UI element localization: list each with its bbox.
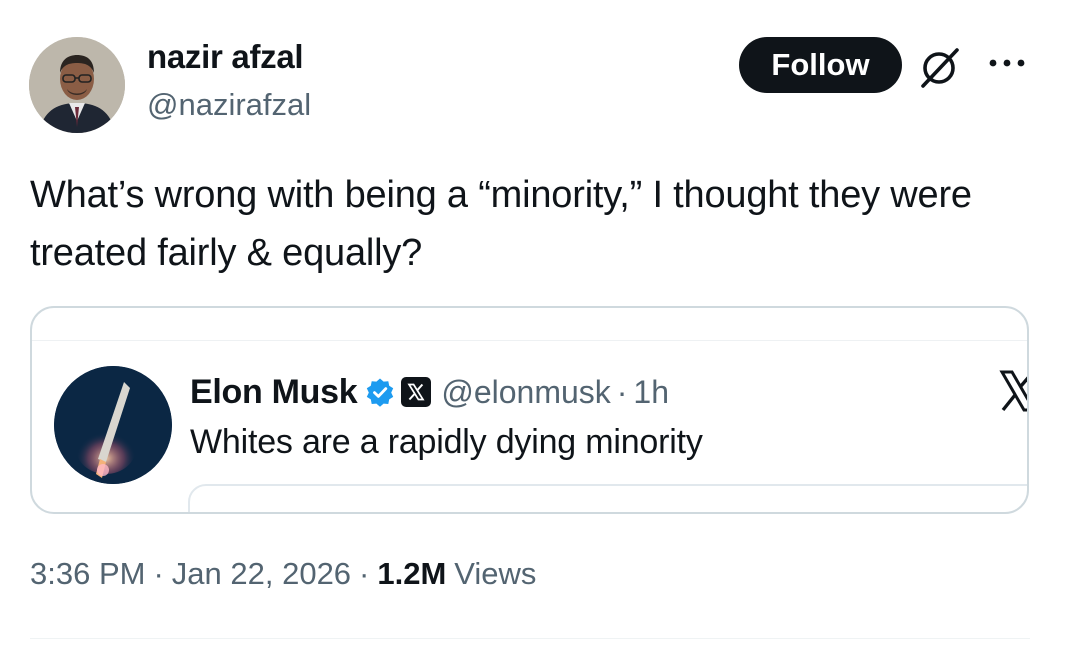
tweet-date[interactable]: Jan 22, 2026 [172,556,351,592]
x-logo-badge-icon [401,377,432,407]
x-logo-icon [998,368,1027,414]
tweet-time[interactable]: 3:36 PM [30,556,145,592]
views-label: Views [454,556,537,591]
author-name[interactable]: nazir afzal [147,38,304,76]
quoted-tweet-card[interactable]: Elon Musk @elonmusk · 1h Whites are a ra… [30,306,1029,514]
meta-separator: · [359,556,370,591]
quote-separator: · [616,373,628,410]
tweet-text: What’s wrong with being a “minority,” I … [30,174,972,274]
divider [30,638,1030,639]
grok-icon[interactable] [917,44,963,90]
quote-author-avatar[interactable] [54,366,172,484]
quote-author-handle[interactable]: @elonmusk [441,374,610,411]
quote-media-card[interactable] [188,484,1027,512]
more-icon[interactable] [985,52,1029,74]
follow-button[interactable]: Follow [739,37,902,93]
meta-separator: · [153,556,164,591]
author-avatar[interactable] [29,37,125,133]
quote-divider [32,340,1027,341]
quote-header: Elon Musk @elonmusk · 1h [190,370,669,414]
quote-timestamp[interactable]: 1h [633,374,669,411]
views-count[interactable]: 1.2M [377,556,446,592]
tweet-metadata: 3:36 PM · Jan 22, 2026 · 1.2M Views [30,556,536,592]
quote-text: Whites are a rapidly dying minority [190,423,703,461]
quote-author-name[interactable]: Elon Musk [190,373,358,412]
verified-icon [365,377,395,407]
author-handle[interactable]: @nazirafzal [147,87,311,123]
